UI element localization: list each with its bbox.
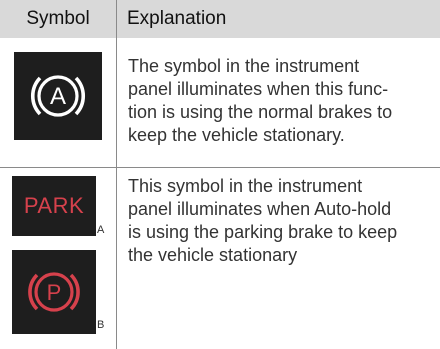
- explanation-line: panel illuminates when Auto-hold: [128, 199, 392, 219]
- icon-tag-a: A: [97, 224, 105, 236]
- auto-hold-letter: A: [50, 83, 66, 110]
- explanation-line: panel illuminates when this func-: [128, 79, 389, 99]
- column-divider: [116, 0, 117, 349]
- park-letter: P: [47, 280, 62, 305]
- row-divider: [0, 167, 440, 168]
- explanation-row-1: The symbol in the instrument panel illum…: [128, 55, 428, 147]
- park-brake-circle-icon: P: [12, 250, 96, 334]
- icon-tag-b: B: [97, 319, 105, 331]
- explanation-line: the vehicle stationary: [128, 245, 298, 265]
- explanation-line: This symbol in the instrument: [128, 176, 363, 196]
- explanation-row-2: This symbol in the instrument panel illu…: [128, 175, 428, 267]
- table-header: Symbol Explanation: [0, 0, 440, 38]
- park-brake-text-icon: PARK: [12, 176, 96, 236]
- symbol-table: Symbol Explanation A The symbol in the i…: [0, 0, 440, 349]
- explanation-line: is using the parking brake to keep: [128, 222, 398, 242]
- explanation-line: The symbol in the instrument: [128, 56, 360, 76]
- park-text: PARK: [23, 193, 85, 218]
- auto-hold-icon: A: [14, 52, 102, 140]
- header-symbol: Symbol: [26, 8, 90, 29]
- explanation-line: tion is using the normal brakes to: [128, 102, 393, 122]
- header-explanation: Explanation: [127, 8, 227, 29]
- explanation-line: keep the vehicle stationary.: [128, 125, 345, 145]
